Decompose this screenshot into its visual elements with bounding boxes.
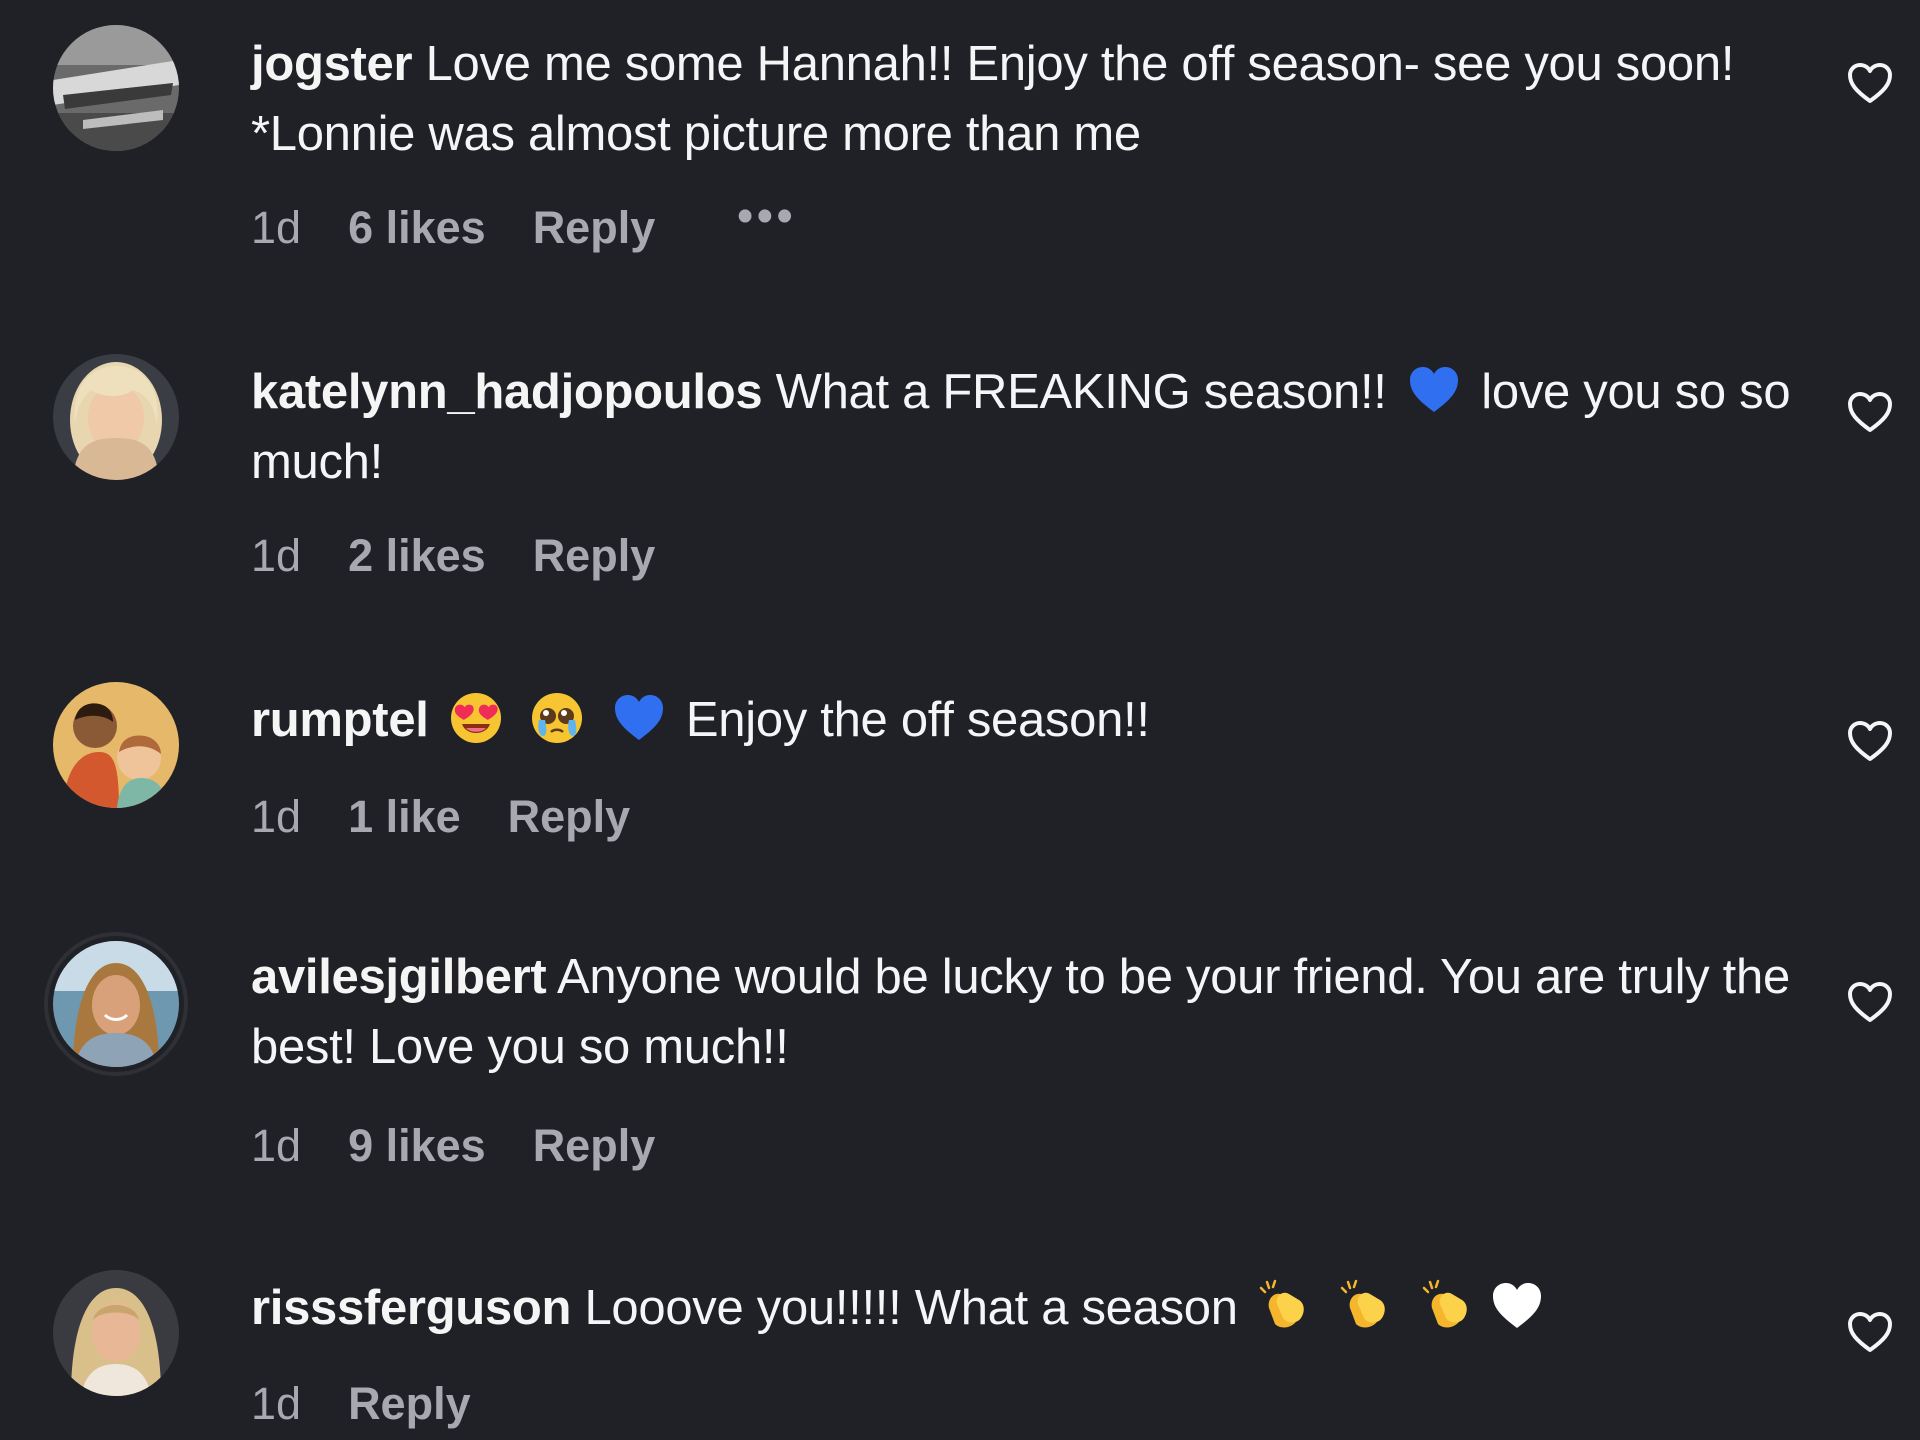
comment-username[interactable]: jogster	[251, 37, 413, 91]
comment-time: 1d	[251, 791, 302, 842]
comment-time: 1d	[251, 530, 302, 581]
avatar[interactable]	[53, 1270, 179, 1396]
comments-list: jogster Love me some Hannah!! Enjoy the …	[0, 0, 1920, 1440]
comment-meta: 1d 1 like Reply	[251, 791, 677, 843]
comment-likes[interactable]: 9 likes	[348, 1120, 486, 1172]
comment-time: 1d	[251, 1378, 302, 1429]
white-heart-emoji-icon	[1489, 1278, 1545, 1334]
comment-username[interactable]: katelynn_hadjopoulos	[251, 365, 763, 419]
comment-likes[interactable]: 1 like	[348, 791, 461, 843]
reply-button[interactable]: Reply	[348, 1378, 471, 1430]
heart-eyes-face-emoji-icon	[448, 690, 504, 746]
like-heart-icon[interactable]	[1846, 1310, 1894, 1354]
reply-button[interactable]: Reply	[533, 1120, 656, 1172]
comment-meta: 1d Reply	[251, 1378, 518, 1430]
comment-time: 1d	[251, 1120, 302, 1171]
comment-body: Looove you!!!!! What a season	[584, 1281, 1238, 1335]
more-options-icon[interactable]: •••	[737, 193, 796, 238]
comment-meta: 1d 6 likes Reply •••	[251, 193, 844, 254]
blue-heart-emoji-icon	[611, 690, 667, 746]
comment-text: avilesjgilbert Anyone would be lucky to …	[251, 942, 1796, 1082]
avatar[interactable]	[53, 682, 179, 808]
like-heart-icon[interactable]	[1846, 980, 1894, 1024]
avatar[interactable]	[53, 25, 179, 151]
clapping-hands-emoji-icon	[1338, 1278, 1394, 1334]
comment-username[interactable]: avilesjgilbert	[251, 950, 547, 1004]
comment-text: risssferguson Looove you!!!!! What a sea…	[251, 1273, 1796, 1343]
comment-text: rumptel Enjoy the off season!!	[251, 685, 1796, 755]
comment-time: 1d	[251, 202, 302, 253]
reply-button[interactable]: Reply	[508, 791, 631, 843]
avatar[interactable]	[53, 354, 179, 480]
avatar[interactable]	[53, 941, 179, 1067]
comment-likes[interactable]: 2 likes	[348, 530, 486, 582]
comment-likes[interactable]: 6 likes	[348, 202, 486, 254]
blue-heart-emoji-icon	[1406, 362, 1462, 418]
reply-button[interactable]: Reply	[533, 530, 656, 582]
comment-username[interactable]: risssferguson	[251, 1281, 571, 1335]
comment-meta: 1d 9 likes Reply	[251, 1120, 702, 1172]
like-heart-icon[interactable]	[1846, 719, 1894, 763]
reply-button[interactable]: Reply	[533, 202, 656, 254]
comment-meta: 1d 2 likes Reply	[251, 530, 702, 582]
comment-body: Love me some Hannah!! Enjoy the off seas…	[251, 37, 1735, 161]
clapping-hands-emoji-icon	[1257, 1278, 1313, 1334]
comment-body: What a FREAKING season!!	[775, 365, 1387, 419]
like-heart-icon[interactable]	[1846, 61, 1894, 105]
clapping-hands-emoji-icon	[1420, 1278, 1476, 1334]
comment-text: katelynn_hadjopoulos What a FREAKING sea…	[251, 357, 1796, 497]
comment-text: jogster Love me some Hannah!! Enjoy the …	[251, 29, 1796, 169]
comment-body: Enjoy the off season!!	[685, 693, 1150, 747]
comment-username[interactable]: rumptel	[251, 693, 429, 747]
pleading-face-emoji-icon	[529, 690, 585, 746]
like-heart-icon[interactable]	[1846, 390, 1894, 434]
